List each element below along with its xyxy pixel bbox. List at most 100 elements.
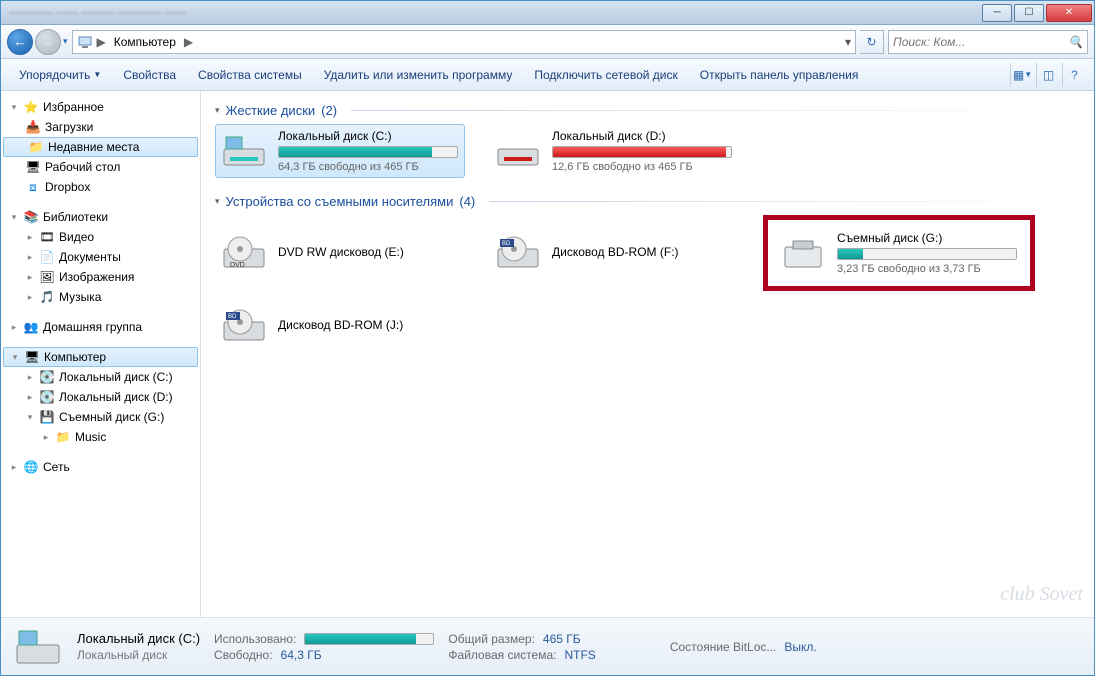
drive-free-text: 12,6 ГБ свободно из 465 ГБ bbox=[552, 161, 734, 173]
map-drive-button[interactable]: Подключить сетевой диск bbox=[524, 64, 687, 86]
search-box[interactable]: 🔍 bbox=[888, 30, 1088, 54]
sidebar-favorites[interactable]: ▾⭐Избранное bbox=[1, 97, 200, 117]
group-removable[interactable]: ▾ Устройства со съемными носителями (4) bbox=[215, 194, 1080, 209]
sidebar-desktop[interactable]: 🖥Рабочий стол bbox=[1, 157, 200, 177]
drive-name: Дисковод BD-ROM (J:) bbox=[278, 318, 460, 332]
details-title: Локальный диск (C:) bbox=[77, 631, 200, 646]
sidebar-music[interactable]: ▸🎵Музыка bbox=[1, 287, 200, 307]
drive-bd-f[interactable]: BD Дисковод BD-ROM (F:) bbox=[489, 215, 739, 291]
search-icon: 🔍 bbox=[1068, 35, 1083, 49]
size-label: Общий размер: bbox=[448, 632, 534, 646]
free-label: Свободно: bbox=[214, 648, 273, 662]
group-hard-drives[interactable]: ▾ Жесткие диски (2) bbox=[215, 103, 1080, 118]
breadcrumb-computer[interactable]: Компьютер bbox=[110, 35, 180, 49]
collapse-icon: ▾ bbox=[215, 196, 220, 207]
toolbar: Упорядочить ▼ Свойства Свойства системы … bbox=[1, 59, 1094, 91]
details-pane: Локальный диск (C:) Локальный диск Испол… bbox=[1, 617, 1094, 675]
computer-icon bbox=[77, 34, 93, 50]
bd-drive-icon: BD bbox=[494, 233, 542, 273]
address-dropdown[interactable]: ▾ bbox=[845, 35, 851, 49]
sidebar-local-d[interactable]: ▸💽Локальный диск (D:) bbox=[1, 387, 200, 407]
sidebar-libraries[interactable]: ▾📚Библиотеки bbox=[1, 207, 200, 227]
preview-pane-icon[interactable]: ◫ bbox=[1036, 63, 1060, 87]
sidebar-removable-g[interactable]: ▾💾Съемный диск (G:) bbox=[1, 407, 200, 427]
sidebar-local-c[interactable]: ▸💽Локальный диск (C:) bbox=[1, 367, 200, 387]
help-icon[interactable]: ? bbox=[1062, 63, 1086, 87]
highlight-annotation: Съемный диск (G:) 3,23 ГБ свободно из 3,… bbox=[763, 215, 1035, 291]
hdd-icon bbox=[494, 131, 542, 171]
star-icon: ⭐ bbox=[23, 99, 39, 115]
fs-label: Файловая система: bbox=[448, 648, 556, 662]
sidebar-recent[interactable]: 📁Недавние места bbox=[3, 137, 198, 157]
svg-text:DVD: DVD bbox=[230, 262, 245, 269]
computer-icon: 🖥 bbox=[24, 349, 40, 365]
details-subtitle: Локальный диск bbox=[77, 648, 200, 662]
titlebar-text: ———— —— ——— ———— —— bbox=[3, 7, 186, 19]
drive-usage-bar bbox=[552, 146, 732, 158]
drive-bd-j[interactable]: BD Дисковод BD-ROM (J:) bbox=[215, 301, 465, 351]
watermark: club Sovet bbox=[1000, 583, 1083, 606]
refresh-button[interactable]: ↻ bbox=[860, 30, 884, 54]
documents-icon: 📄 bbox=[39, 249, 55, 265]
video-icon: 🎞 bbox=[39, 229, 55, 245]
hdd-icon bbox=[220, 131, 268, 171]
titlebar: ———— —— ——— ———— —— ─ ☐ ✕ bbox=[1, 1, 1094, 25]
address-bar[interactable]: ▶ Компьютер ▶ ▾ bbox=[72, 30, 856, 54]
svg-text:BD: BD bbox=[502, 241, 511, 247]
bitlocker-label: Состояние BitLoc... bbox=[670, 640, 777, 654]
organize-button[interactable]: Упорядочить ▼ bbox=[9, 64, 111, 86]
history-dropdown[interactable]: ▾ bbox=[63, 36, 68, 47]
homegroup-icon: 👥 bbox=[23, 319, 39, 335]
drive-free-text: 3,23 ГБ свободно из 3,73 ГБ bbox=[837, 263, 1019, 275]
sidebar-network[interactable]: ▸🌐Сеть bbox=[1, 457, 200, 477]
window-controls: ─ ☐ ✕ bbox=[982, 4, 1092, 22]
drive-d[interactable]: Локальный диск (D:) 12,6 ГБ свободно из … bbox=[489, 124, 739, 178]
breadcrumb-separator: ▶ bbox=[184, 35, 193, 49]
drive-dvd-e[interactable]: DVD DVD RW дисковод (E:) bbox=[215, 215, 465, 291]
system-properties-button[interactable]: Свойства системы bbox=[188, 64, 312, 86]
search-input[interactable] bbox=[893, 35, 1068, 49]
forward-button[interactable]: → bbox=[35, 29, 61, 55]
drive-removable-g[interactable]: Съемный диск (G:) 3,23 ГБ свободно из 3,… bbox=[774, 226, 1024, 280]
svg-text:BD: BD bbox=[228, 314, 237, 320]
navigation-bar: ← → ▾ ▶ Компьютер ▶ ▾ ↻ 🔍 bbox=[1, 25, 1094, 59]
recent-icon: 📁 bbox=[28, 139, 44, 155]
drive-c[interactable]: Локальный диск (C:) 64,3 ГБ свободно из … bbox=[215, 124, 465, 178]
collapse-icon: ▾ bbox=[215, 105, 220, 116]
explorer-window: ———— —— ——— ———— —— ─ ☐ ✕ ← → ▾ ▶ Компью… bbox=[0, 0, 1095, 676]
bd-drive-icon: BD bbox=[220, 306, 268, 346]
close-button[interactable]: ✕ bbox=[1046, 4, 1092, 22]
drive-free-text: 64,3 ГБ свободно из 465 ГБ bbox=[278, 161, 460, 173]
drive-icon: 💽 bbox=[39, 369, 55, 385]
music-icon: 🎵 bbox=[39, 289, 55, 305]
drive-name: Локальный диск (D:) bbox=[552, 129, 734, 143]
network-icon: 🌐 bbox=[23, 459, 39, 475]
sidebar-documents[interactable]: ▸📄Документы bbox=[1, 247, 200, 267]
drive-name: Съемный диск (G:) bbox=[837, 231, 1019, 245]
bitlocker-value: Выкл. bbox=[784, 640, 816, 654]
size-value: 465 ГБ bbox=[543, 632, 581, 646]
sidebar-music-folder[interactable]: ▸📁Music bbox=[1, 427, 200, 447]
used-label: Использовано: bbox=[214, 632, 296, 646]
sidebar-downloads[interactable]: 📥Загрузки bbox=[1, 117, 200, 137]
properties-button[interactable]: Свойства bbox=[113, 64, 186, 86]
navigation-pane: ▾⭐Избранное 📥Загрузки 📁Недавние места 🖥Р… bbox=[1, 91, 201, 617]
sidebar-video[interactable]: ▸🎞Видео bbox=[1, 227, 200, 247]
drive-usage-bar bbox=[278, 146, 458, 158]
removable-drive-icon bbox=[779, 233, 827, 273]
sidebar-computer[interactable]: ▾🖥Компьютер bbox=[3, 347, 198, 367]
uninstall-button[interactable]: Удалить или изменить программу bbox=[314, 64, 523, 86]
removable-icon: 💾 bbox=[39, 409, 55, 425]
pictures-icon: 🖼 bbox=[39, 269, 55, 285]
sidebar-pictures[interactable]: ▸🖼Изображения bbox=[1, 267, 200, 287]
fs-value: NTFS bbox=[564, 648, 595, 662]
dvd-drive-icon: DVD bbox=[220, 233, 268, 273]
maximize-button[interactable]: ☐ bbox=[1014, 4, 1044, 22]
sidebar-homegroup[interactable]: ▸👥Домашняя группа bbox=[1, 317, 200, 337]
drive-name: Дисковод BD-ROM (F:) bbox=[552, 245, 734, 259]
back-button[interactable]: ← bbox=[7, 29, 33, 55]
view-icon[interactable]: ▦ ▼ bbox=[1010, 63, 1034, 87]
control-panel-button[interactable]: Открыть панель управления bbox=[690, 64, 869, 86]
minimize-button[interactable]: ─ bbox=[982, 4, 1012, 22]
sidebar-dropbox[interactable]: ⧈Dropbox bbox=[1, 177, 200, 197]
